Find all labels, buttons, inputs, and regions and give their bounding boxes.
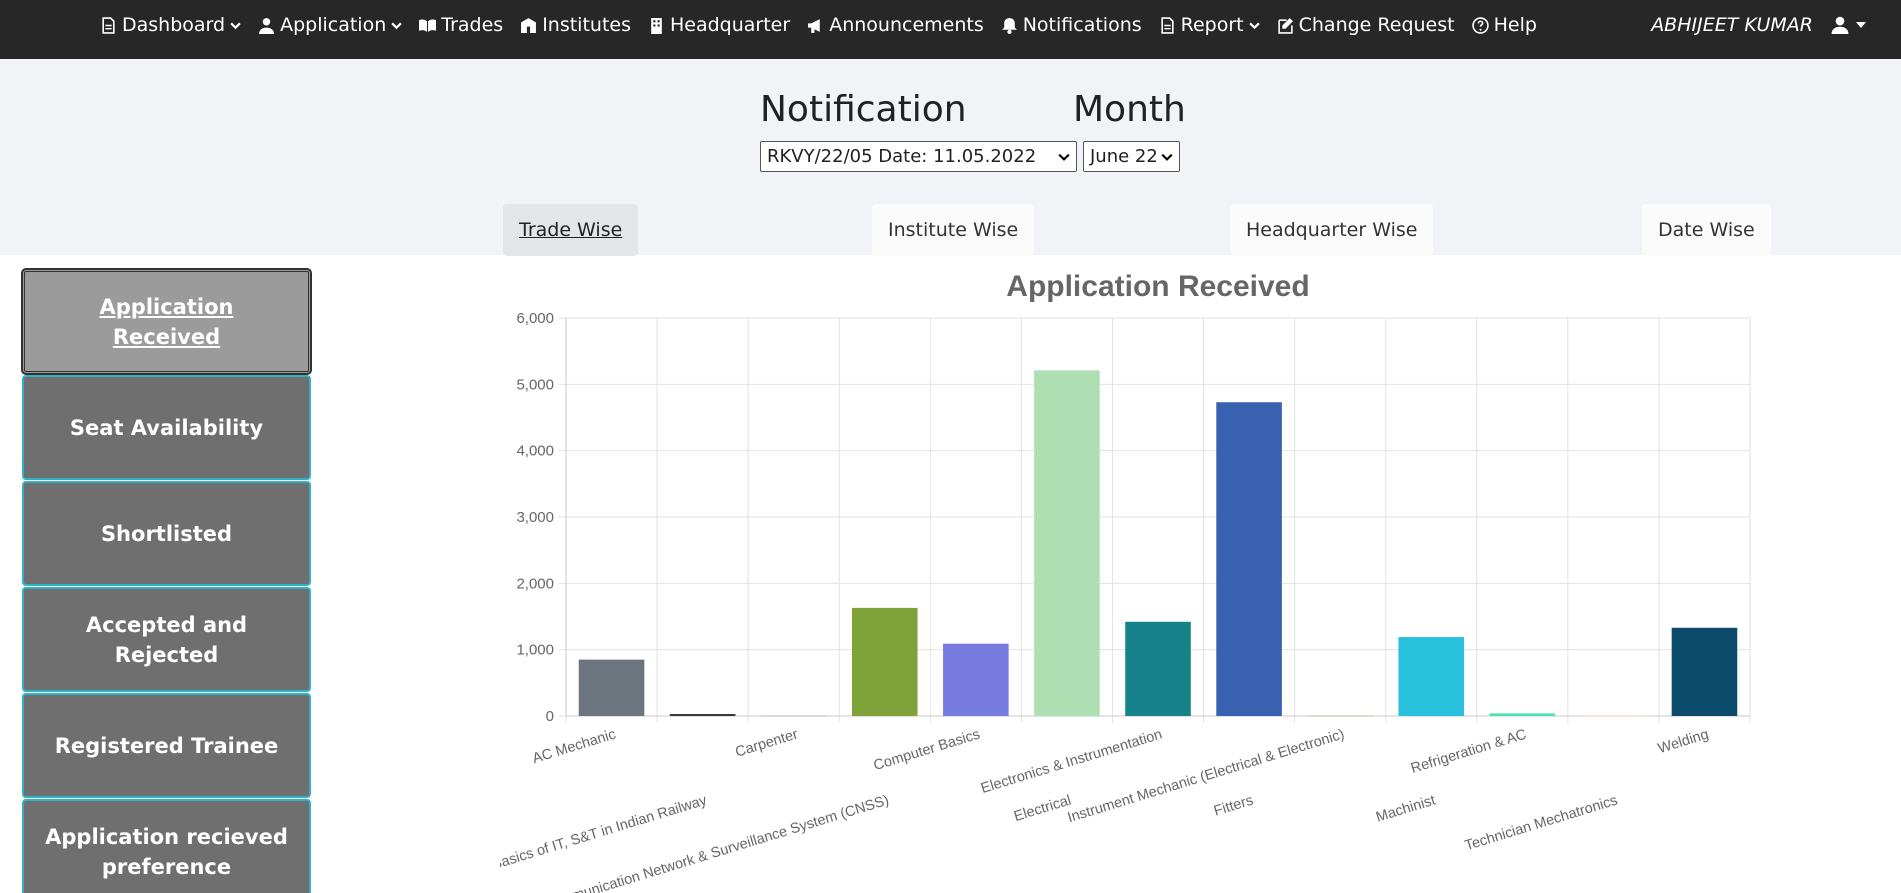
nav-menu: Dashboard Application Trades Institutes … (100, 0, 1537, 50)
nav-label: Notifications (1022, 14, 1142, 36)
nav-label: Dashboard (122, 14, 226, 36)
question-circle-icon (1471, 16, 1489, 34)
x-tick-label: AC Mechanic (531, 727, 618, 768)
x-tick-label: Fitters (1212, 793, 1255, 820)
bar-10 (1489, 713, 1556, 716)
nav-application[interactable]: Application (258, 14, 402, 36)
user-area: ABHIJEET KUMAR (1651, 0, 1867, 50)
y-tick-label: 0 (546, 708, 554, 725)
nav-headquarter[interactable]: Headquarter (648, 14, 790, 36)
bar-9 (1398, 637, 1465, 716)
y-tick-label: 1,000 (516, 642, 554, 659)
nav-change-request[interactable]: Change Request (1277, 14, 1455, 36)
nav-announcements[interactable]: Announcements (807, 14, 984, 36)
bar-6 (1125, 621, 1191, 716)
nav-trades[interactable]: Trades (419, 14, 503, 36)
notification-select[interactable]: RKVY/22/05 Date: 11.05.2022 (760, 141, 1077, 172)
chevron-down-icon (1161, 153, 1173, 161)
x-tick-label: Technician Mechatronics (1463, 793, 1620, 855)
top-navbar: Dashboard Application Trades Institutes … (0, 0, 1901, 59)
user-icon (1831, 16, 1849, 34)
filter-band: Notification Month RKVY/22/05 Date: 11.0… (0, 59, 1901, 256)
sidebar-item-application-preference[interactable]: Application recieved preference (22, 799, 311, 893)
bar-3 (851, 607, 918, 716)
caret-down-icon (1856, 22, 1866, 28)
nav-label: Help (1493, 14, 1537, 36)
nav-label: Institutes (542, 14, 631, 36)
y-tick-label: 3,000 (516, 509, 554, 526)
month-select[interactable]: June 22 (1083, 141, 1180, 172)
chevron-down-icon (1058, 153, 1070, 161)
x-tick-label: Carpenter (734, 726, 801, 760)
x-tick-label: Machinist (1374, 793, 1437, 826)
nav-dashboard[interactable]: Dashboard (100, 14, 241, 36)
file-icon (102, 16, 115, 34)
nav-report[interactable]: Report (1159, 14, 1260, 36)
sidebar-item-accepted-rejected[interactable]: Accepted and Rejected (22, 587, 311, 692)
book-open-icon (419, 18, 437, 32)
nav-label: Headquarter (670, 14, 791, 36)
sidebar-item-seat-availability[interactable]: Seat Availability (22, 375, 311, 480)
x-tick-label: Refrigeration & AC (1409, 727, 1529, 777)
x-tick-label: Electronics & Instrumentation (979, 727, 1164, 797)
bar-8 (1307, 715, 1373, 717)
user-tie-icon (259, 17, 275, 34)
sidebar: Application Received Seat Availability S… (22, 269, 311, 893)
bar-1 (669, 714, 736, 716)
nav-label: Report (1180, 14, 1244, 36)
nav-institutes[interactable]: Institutes (520, 14, 631, 36)
tab-trade-wise[interactable]: Trade Wise (503, 204, 639, 256)
month-select-value: June 22 (1090, 146, 1158, 167)
user-menu-button[interactable] (1831, 16, 1867, 34)
bar-0 (578, 659, 645, 716)
y-tick-label: 5,000 (516, 376, 554, 393)
building-icon (651, 17, 662, 34)
nav-label: Trades (441, 14, 504, 36)
notification-select-value: RKVY/22/05 Date: 11.05.2022 (767, 146, 1037, 167)
bar-12 (1671, 627, 1738, 716)
bar-4 (943, 643, 1009, 716)
chevron-down-icon (1248, 22, 1260, 29)
nav-help[interactable]: Help (1471, 14, 1537, 36)
chart-title: Application Received (1006, 270, 1309, 303)
x-tick-label: Computer Basics (872, 727, 982, 775)
nav-label: Change Request (1298, 14, 1455, 36)
notification-label: Notification (760, 89, 967, 130)
bar-11 (1580, 715, 1647, 717)
y-tick-label: 4,000 (516, 443, 554, 460)
nav-notifications[interactable]: Notifications (1001, 14, 1142, 36)
edit-icon (1277, 17, 1293, 34)
bar-2 (760, 715, 827, 717)
nav-label: Application (280, 14, 387, 36)
megaphone-icon (808, 18, 820, 33)
chevron-down-icon (230, 22, 241, 29)
tab-institute-wise[interactable]: Institute Wise (872, 204, 1035, 256)
bar-7 (1216, 402, 1282, 716)
sidebar-item-registered-trainee[interactable]: Registered Trainee (22, 693, 311, 798)
bar-chart: Application Received 0 1,000 2,000 3,000 4,00… (500, 270, 1751, 893)
nav-label: Announcements (829, 14, 984, 36)
y-tick-label: 6,000 (516, 310, 554, 327)
tab-date-wise[interactable]: Date Wise (1642, 204, 1771, 256)
user-name: ABHIJEET KUMAR (1651, 14, 1813, 36)
y-tick-label: 2,000 (516, 575, 554, 592)
bell-icon (1001, 17, 1017, 34)
x-tick-label: Welding (1656, 727, 1711, 758)
sidebar-item-shortlisted[interactable]: Shortlisted (22, 481, 311, 586)
x-tick-label: Electrical (1012, 793, 1073, 826)
file-icon (1161, 16, 1174, 34)
sidebar-item-application-received[interactable]: Application Received (22, 269, 311, 374)
month-label: Month (1073, 89, 1186, 130)
school-icon (521, 17, 537, 33)
tab-headquarter-wise[interactable]: Headquarter Wise (1230, 204, 1434, 256)
chevron-down-icon (391, 22, 402, 29)
bar-5 (1034, 370, 1100, 716)
